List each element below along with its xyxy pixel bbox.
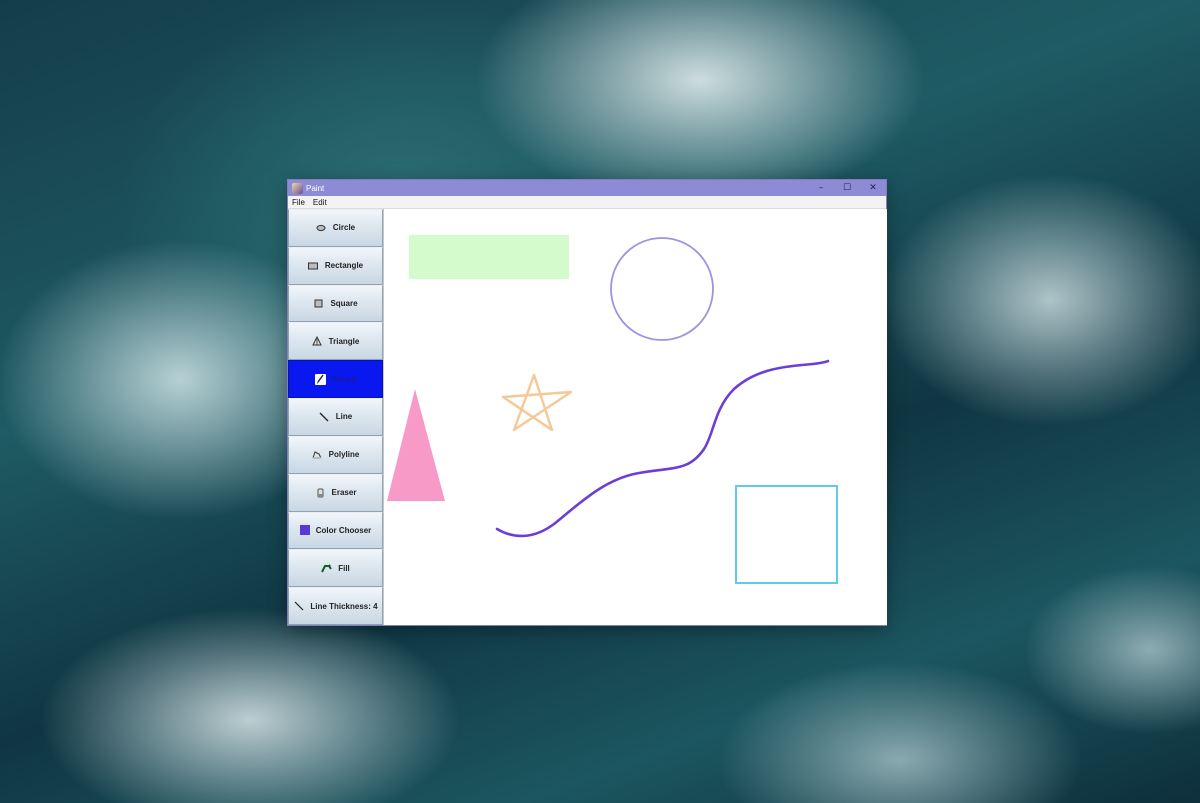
minimize-button[interactable]: – xyxy=(808,180,834,196)
green-rectangle-shape xyxy=(409,235,569,279)
tool-label: Circle xyxy=(332,223,356,233)
square-tool-button[interactable]: Square xyxy=(288,284,383,323)
drawing-canvas[interactable] xyxy=(383,209,887,625)
star-shape xyxy=(501,373,573,432)
window-title: Paint xyxy=(306,183,325,193)
app-icon xyxy=(292,182,303,194)
tool-label: Fill xyxy=(338,563,350,573)
freehand-curve-shape xyxy=(495,359,830,538)
color-swatch-icon xyxy=(299,525,310,536)
line-tool-button[interactable]: Line xyxy=(288,398,383,436)
title-bar[interactable]: Paint – ☐ ✕ xyxy=(288,180,886,196)
line-icon xyxy=(319,411,330,422)
window-controls: – ☐ ✕ xyxy=(808,180,886,196)
tool-label: Polyline xyxy=(328,450,360,460)
tool-label: Eraser xyxy=(331,488,357,498)
color-chooser-button[interactable]: Color Chooser xyxy=(288,511,383,550)
maximize-button[interactable]: ☐ xyxy=(834,180,860,196)
square-icon xyxy=(313,298,324,309)
menu-bar: File Edit xyxy=(288,196,886,209)
circle-icon xyxy=(316,222,327,233)
rectangle-tool-button[interactable]: Rectangle xyxy=(288,246,383,285)
triangle-tool-button[interactable]: Triangle xyxy=(288,322,383,361)
rectangle-icon xyxy=(308,260,319,271)
canvas-drawing xyxy=(387,235,838,584)
pencil-icon xyxy=(315,373,327,385)
eraser-tool-button[interactable]: Eraser xyxy=(288,473,383,512)
fill-icon xyxy=(321,563,333,574)
circle-tool-button[interactable]: Circle xyxy=(288,209,383,247)
polyline-icon xyxy=(312,449,323,460)
fill-tool-button[interactable]: Fill xyxy=(288,549,383,588)
square-outline-shape xyxy=(735,485,838,584)
triangle-icon xyxy=(312,336,323,347)
polyline-tool-button[interactable]: Polyline xyxy=(288,435,383,474)
menu-edit[interactable]: Edit xyxy=(309,198,331,207)
tool-label: Triangle xyxy=(328,336,360,346)
tool-label: Color Chooser xyxy=(315,525,372,535)
tool-label: Pencil xyxy=(332,374,356,384)
tool-label: Square xyxy=(330,299,358,309)
tool-label: Line xyxy=(335,412,353,422)
menu-file[interactable]: File xyxy=(288,198,309,207)
pencil-tool-button[interactable]: Pencil xyxy=(288,360,383,399)
line-thickness-button[interactable]: Line Thickness: 4 xyxy=(288,587,383,625)
eraser-icon xyxy=(315,487,326,498)
tool-label: Rectangle xyxy=(324,261,364,271)
pink-triangle-shape xyxy=(387,389,445,501)
close-button[interactable]: ✕ xyxy=(860,180,886,196)
tool-label: Line Thickness: 4 xyxy=(310,601,378,611)
line-thickness-icon xyxy=(293,601,304,612)
paint-window: Paint – ☐ ✕ File Edit Circle Rectangle S… xyxy=(288,180,887,625)
circle-shape xyxy=(610,237,714,341)
tool-panel: Circle Rectangle Square Triangle Pencil xyxy=(288,209,383,625)
